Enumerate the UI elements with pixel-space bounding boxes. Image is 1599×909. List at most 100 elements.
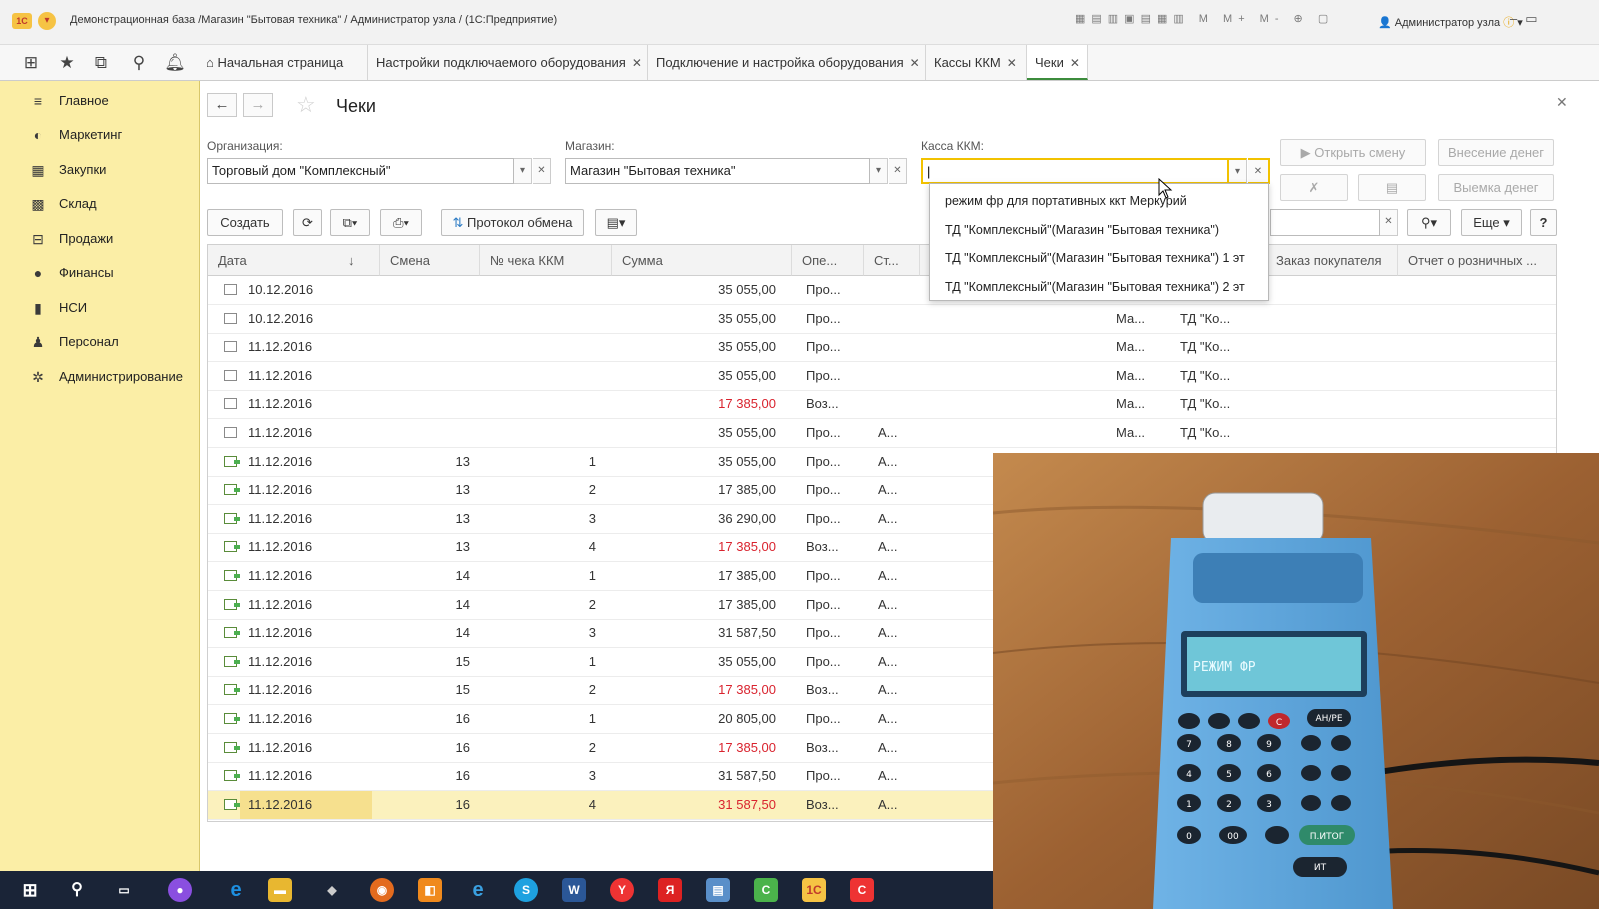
search-icon[interactable]: ⚲	[65, 878, 89, 902]
dropdown-option-mercury[interactable]: режим фр для портативных ккт Меркурий	[945, 194, 1187, 208]
word-icon[interactable]: W	[562, 878, 586, 902]
column-header-order[interactable]: Заказ покупателя	[1266, 245, 1398, 276]
withdraw-money-button[interactable]: Выемка денег	[1438, 174, 1554, 201]
tab-kkm-registers[interactable]: Кассы ККМ ✕	[926, 45, 1027, 80]
close-icon[interactable]: ✕	[1070, 56, 1080, 70]
cell-operation: Про...	[806, 425, 841, 440]
table-row[interactable]: 11.12.2016 35 055,00 Про... Ма... ТД "Ко...	[208, 362, 1556, 391]
history-icon[interactable]: ⧉	[90, 53, 112, 73]
refresh-icon[interactable]: ⟳	[293, 209, 322, 236]
sidebar-item-marketing[interactable]: ◐ Маркетинг	[0, 118, 199, 152]
copy-icon[interactable]: ⧉▾	[330, 209, 370, 236]
table-row[interactable]: 10.12.2016 35 055,00 Про...	[208, 276, 1556, 305]
document-icon	[224, 427, 237, 438]
kkm-clear-button[interactable]: ✕	[1248, 158, 1270, 184]
kkm-field[interactable]: |	[921, 158, 1229, 184]
deposit-money-button[interactable]: Внесение денег	[1438, 139, 1554, 166]
window-controls[interactable]: –▭	[1510, 11, 1546, 27]
sidebar-item-sales[interactable]: ⊟ Продажи	[0, 222, 199, 256]
tab-equipment-settings[interactable]: Настройки подключаемого оборудования ✕	[368, 45, 648, 80]
tab-equipment-connection[interactable]: Подключение и настройка оборудования ✕	[648, 45, 926, 80]
ie-icon[interactable]: e	[466, 878, 490, 902]
sidebar-item-warehouse[interactable]: ▩ Склад	[0, 187, 199, 221]
search-clear-button[interactable]: ✕	[1380, 209, 1398, 236]
dropdown-option-td-floor2[interactable]: ТД "Комплексный"(Магазин "Бытовая техник…	[945, 280, 1245, 294]
cell-operation: Про...	[806, 282, 841, 297]
column-header-operation[interactable]: Опе...	[792, 245, 864, 276]
cash-register-icon[interactable]: ▤	[1358, 174, 1426, 201]
apps-grid-icon[interactable]: ⊞	[20, 53, 42, 73]
favorites-star-icon[interactable]: ★	[56, 53, 78, 73]
more-button[interactable]: Еще ▾	[1461, 209, 1522, 236]
kkm-dropdown-button[interactable]: ▾	[1229, 158, 1247, 184]
current-user[interactable]: 👤 Администратор узла ⓘ ▾	[1378, 14, 1523, 30]
sidebar-item-main[interactable]: ≡ Главное	[0, 84, 199, 118]
open-shift-button[interactable]: ▶ Открыть смену	[1280, 139, 1426, 166]
help-button[interactable]: ?	[1530, 209, 1557, 236]
posted-document-icon	[224, 741, 240, 753]
table-row[interactable]: 11.12.2016 17 385,00 Воз... Ма... ТД "Ко...	[208, 390, 1556, 420]
shop-dropdown-button[interactable]: ▾	[870, 158, 888, 184]
notification-bell-icon[interactable]: 🔔︎	[164, 53, 186, 73]
explorer-icon[interactable]: ▬	[268, 878, 292, 902]
edge-icon[interactable]: e	[224, 878, 248, 902]
shop-clear-button[interactable]: ✕	[889, 158, 907, 184]
app-icon[interactable]: C	[850, 878, 874, 902]
tab-receipts[interactable]: Чеки ✕	[1027, 45, 1088, 80]
back-button[interactable]: ←	[207, 93, 237, 117]
dropdown-option-td[interactable]: ТД "Комплексный"(Магазин "Бытовая техник…	[945, 223, 1219, 237]
column-header-date[interactable]: Дата ↓	[208, 245, 380, 276]
forward-button[interactable]: →	[243, 93, 273, 117]
org-dropdown-button[interactable]: ▾	[514, 158, 532, 184]
app-icon[interactable]: Y	[610, 878, 634, 902]
windows-start-icon[interactable]: ⊞	[18, 878, 42, 902]
table-row[interactable]: 11.12.2016 35 055,00 Про... Ма... ТД "Ко...	[208, 333, 1556, 363]
favorite-star-icon[interactable]: ☆	[296, 92, 316, 118]
cell-shift: 13	[455, 539, 470, 555]
close-form-icon[interactable]: ✕	[1556, 94, 1568, 111]
search-icon[interactable]: ⚲	[128, 53, 150, 73]
column-header-shift[interactable]: Смена	[380, 245, 480, 276]
table-row[interactable]: 11.12.2016 35 055,00 Про... А... Ма... ТД "Ко…	[208, 419, 1556, 448]
print-icon[interactable]: ⎙▾	[380, 209, 422, 236]
main-menu-icon[interactable]: ▾	[38, 12, 56, 30]
app-icon[interactable]: C	[754, 878, 778, 902]
table-row[interactable]: 10.12.2016 35 055,00 Про... Ма... ТД "Ко...	[208, 305, 1556, 334]
column-header-status[interactable]: Ст...	[864, 245, 920, 276]
create-button[interactable]: Создать	[207, 209, 283, 236]
sidebar-item-administration[interactable]: ✲ Администрирование	[0, 360, 199, 394]
yandex-icon[interactable]: Я	[658, 878, 682, 902]
app-icon[interactable]: ●	[168, 878, 192, 902]
close-icon[interactable]: ✕	[910, 56, 920, 70]
sidebar-item-purchases[interactable]: ▦ Закупки	[0, 153, 199, 187]
app-icon[interactable]: ◆	[320, 878, 344, 902]
close-icon[interactable]: ✕	[632, 56, 642, 70]
org-field[interactable]: Торговый дом "Комплексный"	[207, 158, 514, 184]
column-header-check-no[interactable]: № чека ККМ	[480, 245, 612, 276]
dropdown-option-td-floor1[interactable]: ТД "Комплексный"(Магазин "Бытовая техник…	[945, 251, 1245, 265]
sidebar-item-finance[interactable]: ● Финансы	[0, 256, 199, 290]
skype-icon[interactable]: S	[514, 878, 538, 902]
shop-field[interactable]: Магазин "Бытовая техника"	[565, 158, 870, 184]
task-view-icon[interactable]: ▭	[112, 878, 136, 902]
sidebar-item-personnel[interactable]: ♟ Персонал	[0, 325, 199, 359]
cell-status: А...	[878, 539, 898, 555]
app-icon[interactable]: ▤	[706, 878, 730, 902]
reports-icon[interactable]: ▤▾	[595, 209, 637, 236]
column-header-report[interactable]: Отчет о розничных ...	[1398, 245, 1556, 276]
exchange-protocol-button[interactable]: ⇅ Протокол обмена	[441, 209, 584, 236]
1c-icon[interactable]: 1С	[802, 878, 826, 902]
app-icon[interactable]: ◧	[418, 878, 442, 902]
close-icon[interactable]: ✕	[1007, 56, 1017, 70]
cell-organization: ТД "Ко...	[1180, 396, 1231, 412]
tab-home[interactable]: ⌂ Начальная страница	[198, 45, 368, 80]
sidebar-item-reference[interactable]: ▮ НСИ	[0, 291, 199, 325]
title-toolbar-icons[interactable]: ▦▤▥▣▤▦▥ M M+ M- ⊕ ▢	[1075, 12, 1334, 25]
firefox-icon[interactable]: ◉	[370, 878, 394, 902]
column-header-sum[interactable]: Сумма	[612, 245, 792, 276]
search-input[interactable]	[1270, 209, 1380, 236]
search-button[interactable]: ⚲▾	[1407, 209, 1451, 236]
org-clear-button[interactable]: ✕	[533, 158, 551, 184]
close-shift-icon[interactable]: ✗	[1280, 174, 1348, 201]
posted-document-icon	[224, 484, 240, 496]
